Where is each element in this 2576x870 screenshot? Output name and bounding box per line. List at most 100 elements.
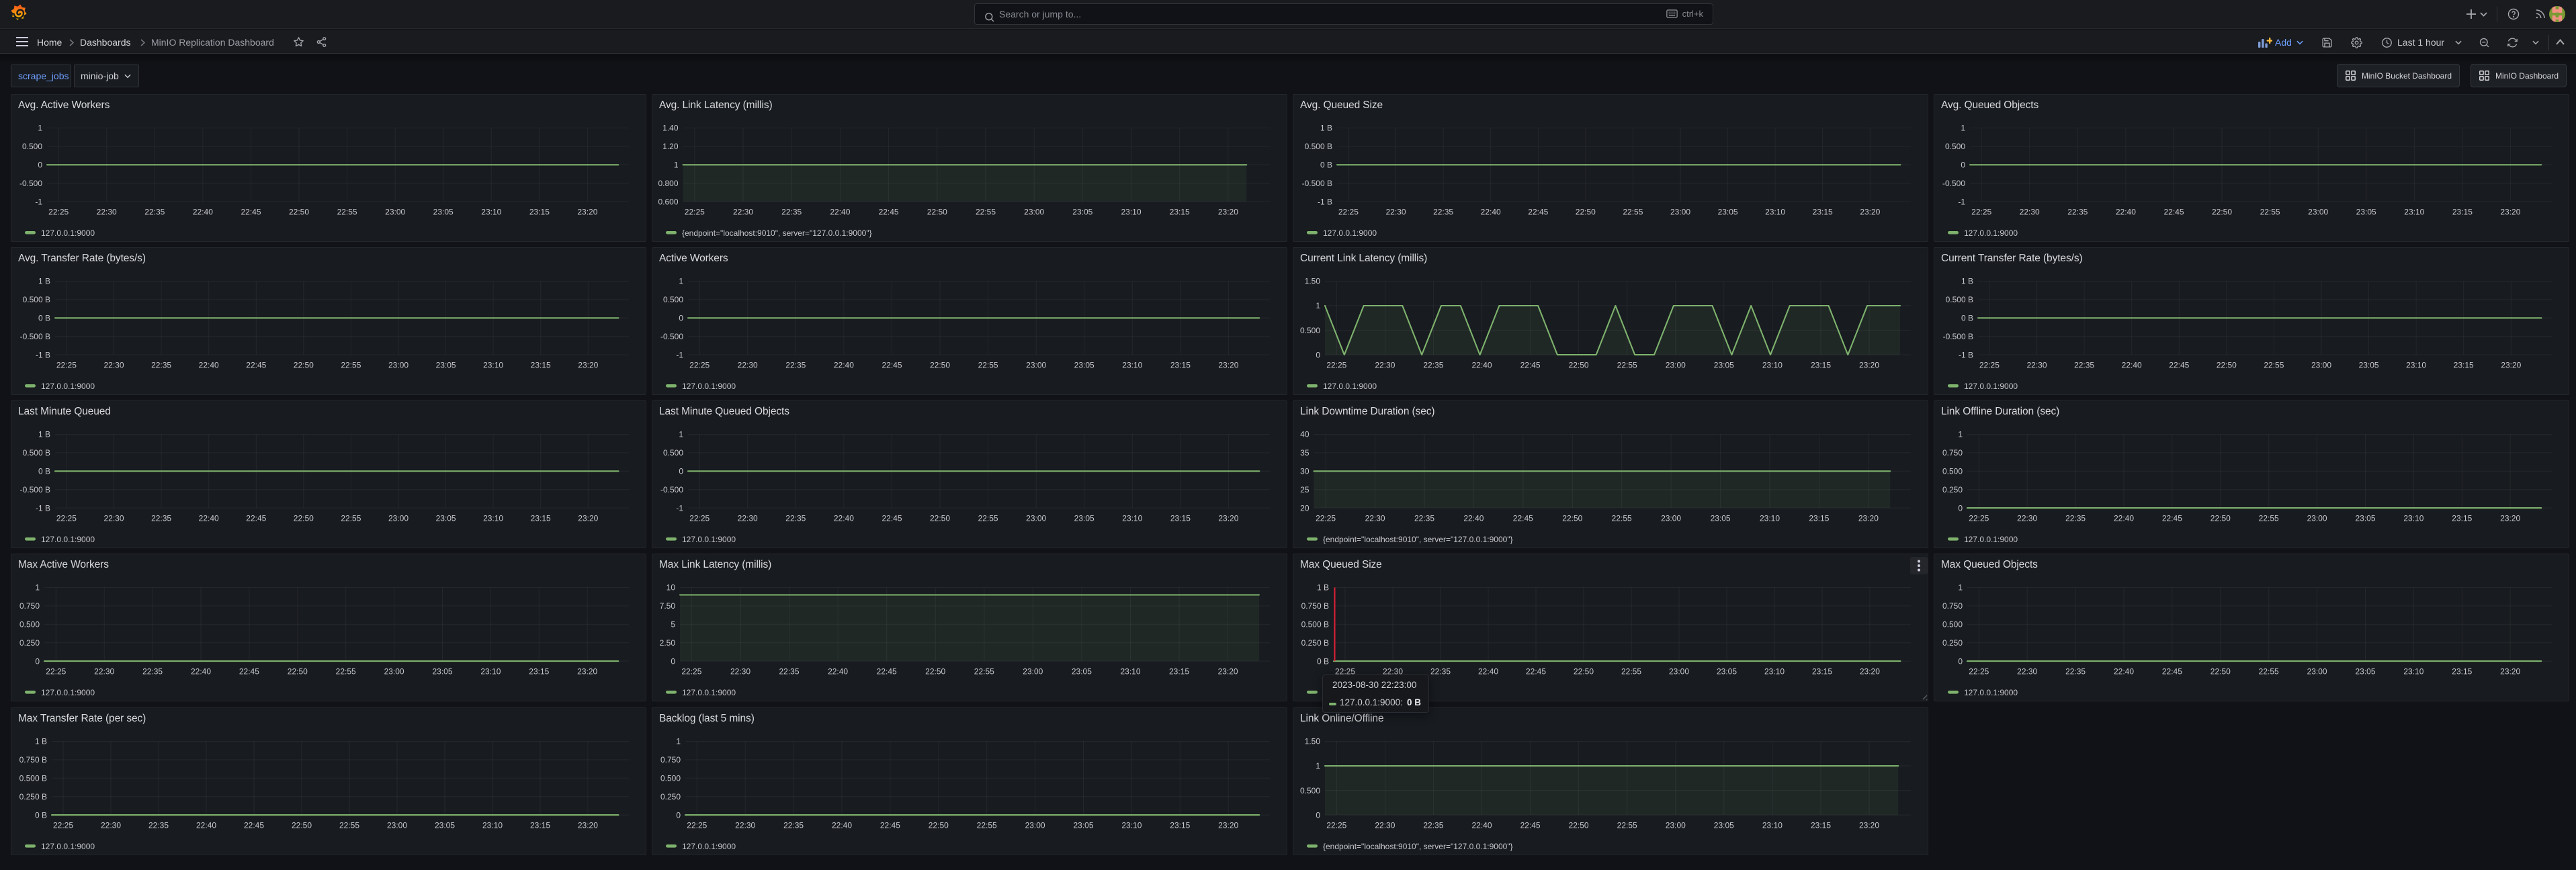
svg-text:23:10: 23:10	[2404, 208, 2424, 217]
svg-text:22:50: 22:50	[929, 821, 949, 830]
svg-text:22:35: 22:35	[779, 667, 799, 677]
svg-text:0.500: 0.500	[1300, 326, 1320, 335]
svg-text:-0.500 B: -0.500 B	[1302, 179, 1332, 188]
svg-text:23:05: 23:05	[1711, 514, 1731, 523]
svg-text:22:50: 22:50	[1576, 208, 1596, 217]
svg-text:127.0.0.1:9000: 127.0.0.1:9000	[1964, 688, 2018, 697]
svg-text:23:15: 23:15	[531, 514, 551, 523]
svg-text:-1: -1	[676, 503, 683, 513]
svg-text:22:45: 22:45	[879, 208, 899, 217]
svg-text:0 B: 0 B	[1961, 314, 1973, 323]
svg-text:22:50: 22:50	[1569, 821, 1589, 830]
svg-text:23:10: 23:10	[2403, 667, 2423, 677]
svg-text:22:45: 22:45	[882, 514, 902, 523]
svg-text:10: 10	[667, 583, 676, 593]
svg-text:23:15: 23:15	[1170, 514, 1191, 523]
svg-text:0.800: 0.800	[658, 179, 678, 188]
svg-text:22:45: 22:45	[1513, 514, 1533, 523]
svg-text:22:55: 22:55	[978, 361, 998, 370]
svg-text:0.750: 0.750	[1942, 601, 1963, 611]
svg-text:22:45: 22:45	[246, 361, 266, 370]
svg-text:1: 1	[1958, 430, 1963, 439]
svg-text:23:00: 23:00	[388, 361, 409, 370]
svg-text:22:55: 22:55	[1612, 514, 1632, 523]
svg-text:23:10: 23:10	[1121, 821, 1142, 830]
svg-text:22:30: 22:30	[101, 821, 121, 830]
svg-text:1 B: 1 B	[1320, 124, 1332, 133]
svg-text:23:15: 23:15	[2454, 361, 2474, 370]
svg-text:23:20: 23:20	[1218, 514, 1238, 523]
svg-text:22:35: 22:35	[142, 667, 163, 677]
svg-text:22:25: 22:25	[56, 514, 77, 523]
svg-text:23:00: 23:00	[1670, 208, 1690, 217]
svg-text:22:55: 22:55	[2260, 208, 2280, 217]
svg-text:0.500 B: 0.500 B	[23, 295, 50, 304]
svg-text:22:45: 22:45	[241, 208, 261, 217]
svg-text:23:10: 23:10	[2403, 514, 2423, 523]
svg-text:25: 25	[1300, 485, 1310, 494]
svg-text:23:15: 23:15	[1170, 361, 1191, 370]
svg-text:23:00: 23:00	[1024, 208, 1044, 217]
svg-text:22:40: 22:40	[1471, 821, 1492, 830]
svg-text:23:20: 23:20	[578, 361, 598, 370]
svg-text:22:45: 22:45	[2163, 208, 2184, 217]
svg-text:22:45: 22:45	[880, 821, 900, 830]
svg-text:23:20: 23:20	[1858, 514, 1879, 523]
svg-text:23:05: 23:05	[1714, 361, 1734, 370]
svg-text:23:00: 23:00	[384, 667, 404, 677]
svg-text:23:15: 23:15	[529, 667, 549, 677]
svg-text:22:35: 22:35	[1433, 208, 1453, 217]
svg-text:23:10: 23:10	[1762, 821, 1783, 830]
svg-text:23:10: 23:10	[1120, 667, 1140, 677]
svg-text:22:50: 22:50	[927, 208, 947, 217]
svg-text:20: 20	[1300, 503, 1310, 513]
svg-text:22:45: 22:45	[1520, 361, 1541, 370]
svg-text:22:25: 22:25	[689, 514, 710, 523]
svg-text:22:40: 22:40	[199, 514, 219, 523]
svg-text:22:50: 22:50	[2210, 667, 2231, 677]
svg-text:-1 B: -1 B	[1959, 350, 1973, 359]
svg-text:22:55: 22:55	[977, 821, 997, 830]
svg-text:0.250 B: 0.250 B	[1301, 638, 1329, 648]
svg-text:23:10: 23:10	[483, 361, 503, 370]
svg-text:22:45: 22:45	[877, 667, 897, 677]
svg-text:22:30: 22:30	[103, 361, 124, 370]
svg-text:127.0.0.1:9000: 127.0.0.1:9000	[1323, 228, 1377, 238]
svg-text:23:00: 23:00	[387, 821, 407, 830]
svg-text:22:25: 22:25	[685, 208, 705, 217]
svg-text:127.0.0.1:9000: 127.0.0.1:9000	[1964, 228, 2018, 238]
svg-text:0.500: 0.500	[660, 774, 681, 783]
svg-text:22:45: 22:45	[1528, 208, 1548, 217]
svg-text:22:45: 22:45	[2162, 667, 2182, 677]
svg-text:22:40: 22:40	[1463, 514, 1484, 523]
svg-text:22:30: 22:30	[1365, 514, 1385, 523]
svg-text:0: 0	[1316, 810, 1320, 820]
svg-text:-0.500 B: -0.500 B	[20, 485, 50, 494]
svg-text:23:10: 23:10	[1122, 514, 1142, 523]
svg-text:22:25: 22:25	[48, 208, 69, 217]
svg-text:22:30: 22:30	[2017, 667, 2037, 677]
svg-text:0 B: 0 B	[1320, 161, 1332, 170]
svg-text:22:40: 22:40	[199, 361, 219, 370]
svg-text:7.50: 7.50	[660, 601, 676, 611]
svg-text:22:40: 22:40	[191, 667, 211, 677]
svg-text:22:35: 22:35	[781, 208, 802, 217]
svg-text:22:25: 22:25	[1338, 208, 1359, 217]
svg-text:23:05: 23:05	[1074, 514, 1094, 523]
svg-text:22:35: 22:35	[1414, 514, 1434, 523]
svg-text:23:15: 23:15	[1811, 361, 1831, 370]
svg-text:23:05: 23:05	[2356, 208, 2376, 217]
svg-text:23:15: 23:15	[1169, 667, 1189, 677]
svg-text:23:10: 23:10	[1760, 514, 1780, 523]
svg-text:22:35: 22:35	[2065, 514, 2086, 523]
svg-text:22:50: 22:50	[2217, 361, 2237, 370]
svg-text:23:15: 23:15	[2452, 514, 2472, 523]
svg-text:1 B: 1 B	[38, 430, 50, 439]
svg-text:23:15: 23:15	[1813, 208, 1833, 217]
svg-text:23:20: 23:20	[1859, 361, 1879, 370]
svg-text:22:40: 22:40	[1481, 208, 1501, 217]
svg-text:23:05: 23:05	[1073, 821, 1093, 830]
svg-text:0.250: 0.250	[660, 792, 681, 801]
svg-text:22:30: 22:30	[733, 208, 753, 217]
svg-text:22:40: 22:40	[196, 821, 216, 830]
